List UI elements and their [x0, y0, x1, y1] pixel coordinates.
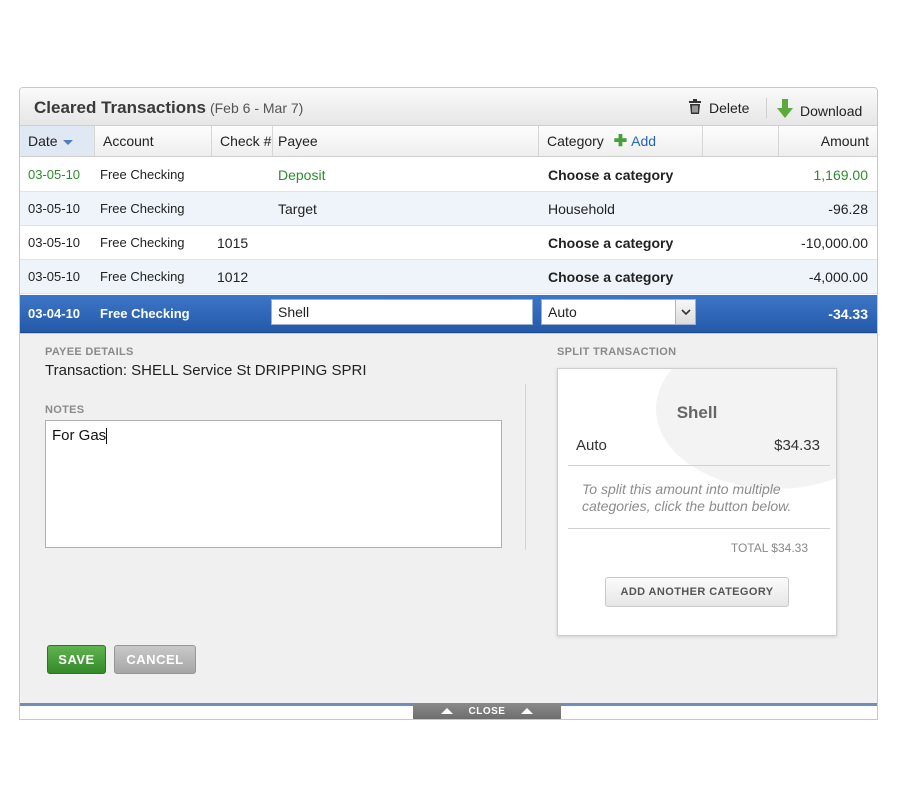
row-category[interactable]: Household [548, 192, 615, 226]
split-transaction-label: SPLIT TRANSACTION [557, 346, 677, 358]
column-date[interactable]: Date [20, 126, 95, 156]
column-account-label: Account [103, 133, 154, 149]
row-amount: -96.28 [828, 201, 868, 217]
row-date: 03-05-10 [28, 201, 81, 216]
column-payee-label: Payee [278, 133, 318, 149]
delete-button[interactable]: Delete [688, 99, 749, 117]
add-another-category-button[interactable]: ADD ANOTHER CATEGORY [605, 577, 789, 607]
download-label: Download [800, 102, 863, 119]
notes-textarea[interactable]: For Gas [45, 420, 502, 548]
add-category-link[interactable]: ✚ Add [613, 133, 657, 150]
notes-label: NOTES [45, 404, 85, 416]
split-transaction-card: Shell Auto $34.33 To split this amount i… [557, 368, 837, 636]
split-payee-title: Shell [676, 403, 718, 422]
column-category-label: Category [547, 133, 604, 149]
row-account: Free Checking [100, 269, 185, 284]
panel-title: Cleared Transactions (Feb 6 - Mar 7) [34, 98, 303, 118]
transaction-detail-pane: PAYEE DETAILS Transaction: SHELL Service… [20, 333, 877, 703]
column-amount[interactable]: Amount [779, 126, 877, 156]
table-row[interactable]: 03-05-10 Free Checking Deposit Choose a … [20, 158, 877, 192]
row-account: Free Checking [100, 201, 185, 216]
split-divider [568, 528, 830, 529]
header-divider [766, 98, 767, 118]
delete-label: Delete [709, 100, 750, 116]
table-row-partial [20, 708, 877, 719]
column-spacer [703, 126, 779, 156]
split-divider [568, 465, 830, 466]
notes-text: For Gas [52, 427, 107, 444]
sort-down-icon [62, 139, 73, 145]
panel-header: Cleared Transactions (Feb 6 - Mar 7) Dele… [20, 88, 877, 126]
table-row[interactable]: 03-05-10 Free Checking 1015 Choose a cat… [20, 226, 877, 260]
row-check: 1012 [217, 269, 249, 285]
detail-divider [525, 384, 526, 550]
split-category: Auto [576, 437, 607, 454]
column-check[interactable]: Check # [212, 126, 273, 156]
cancel-button[interactable]: CANCEL [114, 645, 196, 674]
save-button[interactable]: SAVE [47, 645, 106, 674]
category-select[interactable]: Auto [541, 299, 696, 325]
split-amount: $34.33 [774, 437, 820, 454]
category-select-value: Auto [548, 304, 577, 320]
card-sheen [656, 369, 836, 489]
selected-table-row[interactable]: 03-04-10 Free Checking Shell Auto -34.33 [20, 295, 877, 333]
row-category[interactable]: Choose a category [548, 158, 673, 192]
row-category[interactable]: Choose a category [548, 260, 673, 294]
trash-icon [688, 99, 702, 117]
add-link-label: Add [631, 133, 657, 149]
cleared-transactions-panel: Cleared Transactions (Feb 6 - Mar 7) Dele… [19, 87, 878, 720]
download-button[interactable]: Download [777, 99, 862, 122]
column-account[interactable]: Account [95, 126, 212, 156]
row-amount: -4,000.00 [808, 269, 868, 285]
row-category[interactable]: Choose a category [548, 226, 673, 260]
table-row[interactable]: 03-05-10 Free Checking Target Household … [20, 192, 877, 226]
row-account: Free Checking [100, 306, 190, 321]
download-arrow-icon [777, 99, 793, 122]
payee-details-label: PAYEE DETAILS [45, 346, 134, 358]
split-total: TOTAL $34.33 [730, 541, 808, 555]
column-date-label: Date [28, 133, 58, 149]
row-date: 03-04-10 [28, 306, 81, 321]
panel-title-text: Cleared Transactions [34, 98, 206, 117]
row-date: 03-05-10 [28, 235, 81, 250]
split-line-item: Auto $34.33 [576, 437, 820, 454]
row-date: 03-05-10 [28, 167, 81, 182]
column-payee[interactable]: Payee [273, 126, 539, 156]
column-category[interactable]: Category ✚ Add [539, 126, 703, 156]
plus-icon: ✚ [613, 133, 628, 150]
row-date: 03-05-10 [28, 269, 81, 284]
row-account: Free Checking [100, 235, 185, 250]
column-amount-label: Amount [820, 133, 869, 149]
row-amount: -34.33 [828, 306, 868, 322]
column-header-row: Date Account Check # Payee Category ✚ Add… [20, 126, 877, 157]
text-cursor [106, 428, 108, 444]
column-check-label: Check # [220, 133, 272, 149]
row-check: 1015 [217, 235, 249, 251]
row-amount: 1,169.00 [813, 167, 869, 183]
date-range: (Feb 6 - Mar 7) [209, 100, 304, 116]
table-row[interactable]: 03-05-10 Free Checking 1012 Choose a cat… [20, 260, 877, 294]
row-account: Free Checking [100, 167, 185, 182]
payee-input[interactable]: Shell [271, 299, 533, 325]
transaction-description: Transaction: SHELL Service St DRIPPING S… [45, 362, 367, 379]
row-payee: Target [278, 201, 317, 217]
chevron-down-icon [675, 300, 695, 324]
split-help-text: To split this amount into multiple categ… [582, 481, 792, 514]
row-amount: -10,000.00 [801, 235, 868, 251]
row-payee: Deposit [278, 167, 326, 183]
